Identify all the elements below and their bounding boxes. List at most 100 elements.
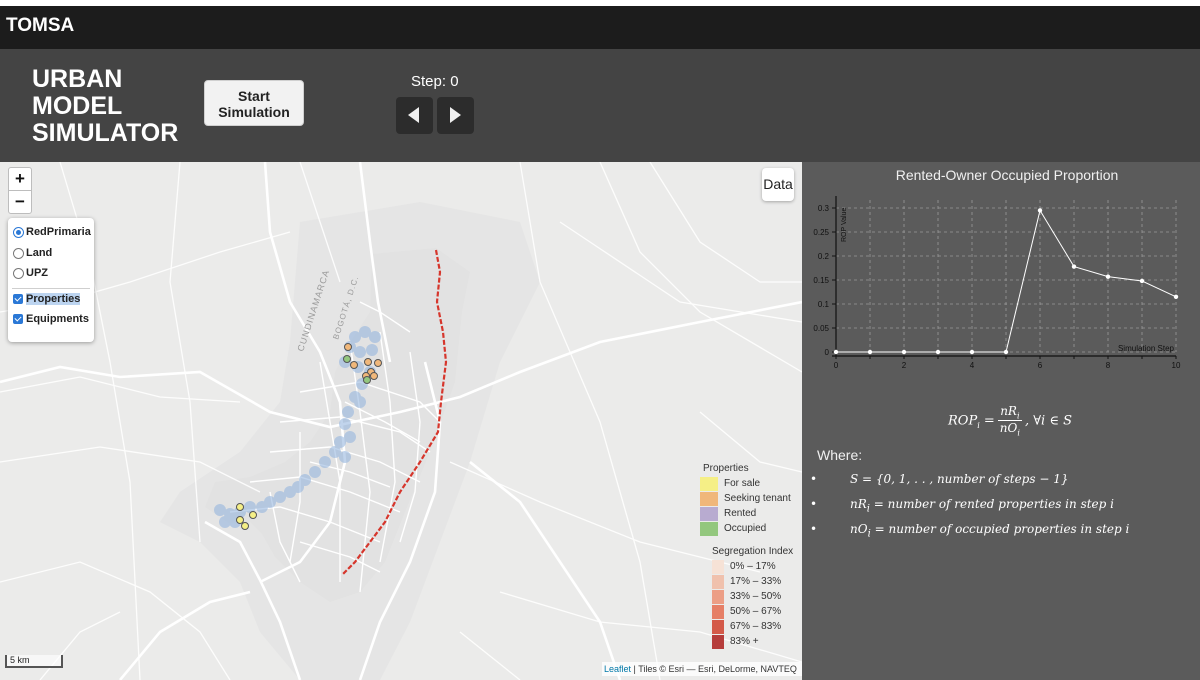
chevron-right-icon (450, 107, 461, 123)
zoom-in-button[interactable]: + (8, 167, 32, 191)
data-point (1037, 208, 1043, 213)
map-view[interactable]: CUNDINAMARCA BOGOTÁ, D.C. (0, 162, 802, 680)
layer-equipments[interactable]: Equipments (13, 311, 89, 327)
legend-label: 50% – 67% (730, 606, 782, 617)
legend-label: For sale (724, 478, 761, 489)
legend-item: 50% – 67% (700, 604, 800, 619)
y-tick-label: 0.05 (813, 324, 829, 333)
definition-rest: = number of occupied properties in step … (870, 522, 1130, 536)
formula-sub: i (977, 420, 980, 430)
brand-name: TOMSA (6, 15, 75, 36)
formula-fraction: nRi nOi (997, 404, 1022, 438)
layer-land[interactable]: Land (13, 245, 52, 261)
legend-swatch (700, 491, 718, 506)
legend-label: 0% – 17% (730, 561, 776, 572)
definition-item: • nOi = number of occupied properties in … (808, 522, 1129, 539)
y-tick-label: 0.15 (813, 276, 829, 285)
definition-text: nO (850, 522, 868, 536)
data-point (1003, 349, 1009, 355)
x-axis-label: Simulation Step (1118, 344, 1175, 353)
legend-label: Rented (724, 508, 757, 519)
legend-swatch (700, 506, 718, 521)
layer-divider (12, 288, 90, 289)
data-point (901, 349, 907, 355)
formula-rest: , ∀i ∈ S (1024, 413, 1072, 429)
y-axis-label: ROP Value (841, 208, 848, 242)
layer-properties[interactable]: Properties (13, 291, 81, 307)
layer-label: RedPrimaria (26, 226, 91, 238)
data-point (833, 349, 839, 355)
legend-swatch (712, 619, 724, 634)
app-title-line: SIMULATOR (32, 119, 179, 147)
definition-item: • nRi = number of rented properties in st… (808, 497, 1114, 514)
data-point (1105, 274, 1111, 279)
brand-bar (0, 6, 1200, 49)
layer-control: RedPrimaria Land UPZ Properties Equipmen… (8, 218, 94, 342)
data-point (969, 349, 975, 355)
checkbox[interactable] (13, 314, 23, 324)
layer-redprimaria[interactable]: RedPrimaria (13, 224, 91, 240)
start-button-line: Simulation (218, 104, 290, 120)
next-step-button[interactable] (437, 97, 474, 134)
legend-label: 17% – 33% (730, 576, 782, 587)
y-tick-label: 0.2 (818, 252, 830, 261)
app-title-line: URBAN (32, 65, 123, 93)
legend-item: For sale (700, 476, 800, 491)
radio-button[interactable] (13, 226, 24, 238)
bullet: • (810, 497, 818, 511)
legend-item: 0% – 17% (700, 559, 800, 574)
formula-lhs: ROP (948, 413, 978, 429)
rop-formula: ROPi = nRi nOi, ∀i ∈ S (948, 404, 1072, 438)
legend-label: Occupied (724, 523, 767, 534)
data-point (867, 349, 873, 355)
app-title-line: MODEL (32, 92, 123, 120)
data-point (1173, 294, 1179, 299)
start-simulation-button[interactable]: Start Simulation (204, 80, 304, 126)
legend-item: Seeking tenant (700, 491, 800, 506)
data-button[interactable]: Data (762, 168, 794, 201)
previous-step-button[interactable] (396, 97, 433, 134)
rop-chart: 0 0.05 0.1 0.15 0.2 0.25 0.3 0 2 4 6 8 10 ROP Value Si… (813, 196, 1181, 370)
radio-button[interactable] (13, 267, 24, 279)
y-tick-label: 0 (825, 348, 830, 357)
layer-label: UPZ (26, 267, 48, 279)
formula-sub: i (1016, 411, 1020, 421)
layer-label: Land (26, 247, 53, 259)
legend-item: 83% + (700, 634, 800, 649)
bullet: • (810, 522, 818, 536)
leaflet-link[interactable]: Leaflet (604, 664, 631, 674)
legend-label: Seeking tenant (724, 493, 791, 504)
y-tick-label: 0.1 (818, 300, 830, 309)
legend-swatch (700, 476, 718, 491)
x-tick-label: 6 (1038, 361, 1043, 370)
x-tick-label: 0 (834, 361, 839, 370)
layer-upz[interactable]: UPZ (13, 265, 48, 281)
map-canvas[interactable]: CUNDINAMARCA BOGOTÁ, D.C. (0, 162, 802, 680)
x-tick-label: 2 (902, 361, 907, 370)
start-button-line: Start (238, 88, 270, 104)
scale-bar: 5 km (5, 655, 63, 668)
zoom-out-button[interactable]: − (8, 190, 32, 214)
legend-swatch (700, 521, 718, 536)
data-point (1139, 278, 1145, 284)
legend-title: Segregation Index (712, 546, 794, 557)
bullet: • (810, 472, 818, 486)
legend-swatch (712, 589, 724, 604)
formula-denominator: nO (999, 421, 1018, 436)
step-counter: Step: 0 (411, 73, 459, 90)
layer-label: Properties (26, 293, 81, 305)
legend-item: Occupied (700, 521, 800, 536)
legend-item: 67% – 83% (700, 619, 800, 634)
map-legend: Properties For sale Seeking tenant Rented O… (700, 462, 800, 649)
where-label: Where: (817, 447, 863, 463)
legend-item: Rented (700, 506, 800, 521)
legend-swatch (712, 559, 724, 574)
definition-text: nR (850, 497, 867, 511)
legend-swatch (712, 634, 724, 649)
data-point (1071, 264, 1077, 269)
radio-button[interactable] (13, 247, 24, 259)
definition-item: • S = {0, 1, . . , number of steps − 1} (808, 472, 1068, 486)
legend-title: Properties (703, 463, 749, 474)
legend-label: 83% + (730, 636, 759, 647)
checkbox[interactable] (13, 294, 23, 304)
